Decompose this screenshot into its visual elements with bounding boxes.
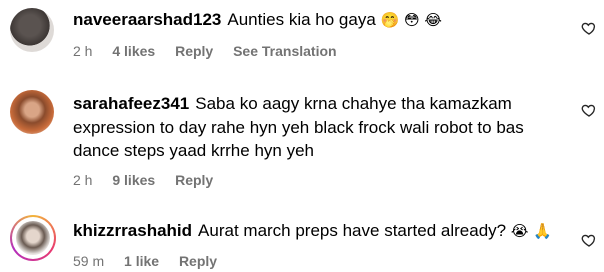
avatar[interactable] xyxy=(10,90,54,134)
likes-count[interactable]: 4 likes xyxy=(112,43,155,59)
comment-text: Saba ko aagy krna chahye tha kamazkam xyxy=(195,94,512,113)
likes-count[interactable]: 1 like xyxy=(124,253,159,269)
comment-text-line: sarahafeez341 Saba ko aagy krna chahye th… xyxy=(73,92,512,116)
avatar-image xyxy=(16,221,50,255)
heart-icon[interactable] xyxy=(581,232,597,248)
reply-button[interactable]: Reply xyxy=(175,172,213,188)
comment-meta: 59 m 1 like Reply xyxy=(73,253,233,269)
comment: khizzrrashahid Aurat march preps have sta… xyxy=(0,205,604,272)
username[interactable]: sarahafeez341 xyxy=(73,94,189,113)
reply-button[interactable]: Reply xyxy=(175,43,213,59)
comment: sarahafeez341 Saba ko aagy krna chahye th… xyxy=(0,80,604,200)
timestamp: 2 h xyxy=(73,172,93,188)
comment: naveeraarshad123 Aunties kia ho gaya 🤭 😳 … xyxy=(0,0,604,70)
timestamp: 59 m xyxy=(73,253,105,269)
comment-text: Aurat march preps have started already? xyxy=(198,221,507,240)
username[interactable]: naveeraarshad123 xyxy=(73,10,221,29)
emoji: 😭 🙏 xyxy=(510,222,552,240)
see-translation-link[interactable]: See Translation xyxy=(233,43,336,59)
comment-text: Aunties kia ho gaya xyxy=(227,10,376,29)
comment-meta: 2 h 9 likes Reply xyxy=(73,172,229,188)
avatar[interactable] xyxy=(10,8,54,52)
emoji: 🤭 😳 😂 xyxy=(380,11,442,29)
username[interactable]: khizzrrashahid xyxy=(73,221,192,240)
avatar[interactable] xyxy=(10,215,56,261)
likes-count[interactable]: 9 likes xyxy=(112,172,155,188)
comment-text-line: naveeraarshad123 Aunties kia ho gaya 🤭 😳 … xyxy=(73,8,442,32)
reply-button[interactable]: Reply xyxy=(179,253,217,269)
comment-meta: 2 h 4 likes Reply See Translation xyxy=(73,43,353,59)
comment-text-line: expression to day rahe hyn yeh black fro… xyxy=(73,118,524,137)
heart-icon[interactable] xyxy=(581,102,597,118)
heart-icon[interactable] xyxy=(581,20,597,36)
comment-text-line: khizzrrashahid Aurat march preps have sta… xyxy=(73,219,552,243)
comment-text-line: dance steps yaad krrhe hyn yeh xyxy=(73,141,314,160)
timestamp: 2 h xyxy=(73,43,93,59)
